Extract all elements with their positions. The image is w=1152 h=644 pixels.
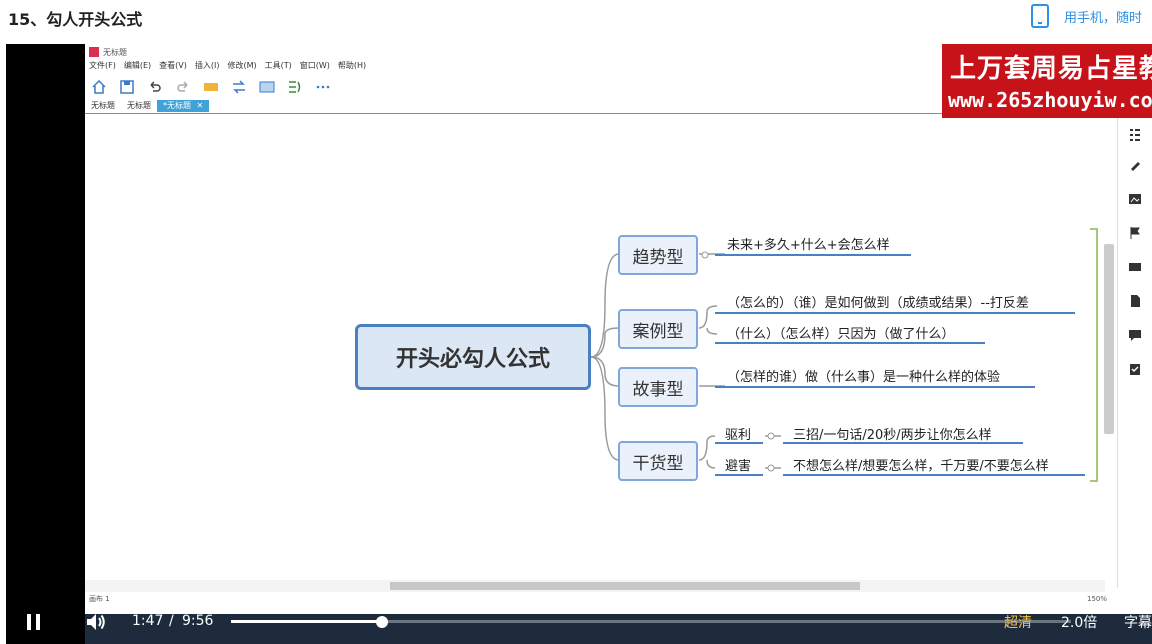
volume-icon[interactable] — [84, 610, 108, 634]
leaf-underline — [783, 442, 1023, 444]
leaf-avoid-1[interactable]: 不想怎么样/想要怎么样，千万要/不要怎么样 — [793, 455, 1049, 474]
subtitles-button[interactable]: 字幕 — [1124, 612, 1152, 632]
branch-trend[interactable]: 趋势型 — [618, 235, 698, 275]
time-current: 1:47 — [132, 613, 164, 629]
horizontal-scrollbar[interactable] — [85, 580, 1105, 592]
video-player[interactable]: 无标题 文件(F) 编辑(E) 查看(V) 插入(I) 修改(M) 工具(T) … — [6, 44, 1152, 644]
branch-practical[interactable]: 干货型 — [618, 441, 698, 481]
horizontal-scroll-thumb[interactable] — [390, 582, 860, 590]
lesson-title: 15、勾人开头公式 — [8, 10, 143, 29]
leaf-benefit-1[interactable]: 三招/一句话/20秒/两步让你怎么样 — [793, 424, 992, 443]
mobile-view-link[interactable]: 用手机，随时 — [1030, 4, 1142, 28]
page-header: 15、勾人开头公式 用手机，随时 — [0, 0, 1152, 44]
central-topic[interactable]: 开头必勾人公式 — [355, 324, 591, 390]
branch-story[interactable]: 故事型 — [618, 367, 698, 407]
quality-button[interactable]: 超清 — [1004, 612, 1032, 632]
leaf-story-1[interactable]: （怎样的谁）做（什么事）是一种什么样的体验 — [727, 366, 1000, 385]
leaf-underline — [715, 254, 911, 256]
leaf-underline — [715, 386, 1035, 388]
leaf-underline — [715, 312, 1075, 314]
leaf-trend-1[interactable]: 未来+多久+什么+会怎么样 — [727, 234, 890, 253]
branch-case[interactable]: 案例型 — [618, 309, 698, 349]
player-controls: 1:47 / 9:56 超清 2.0倍 字幕 — [6, 600, 1152, 644]
speed-button[interactable]: 2.0倍 — [1061, 612, 1097, 632]
time-total: 9:56 — [182, 613, 214, 629]
progress-handle[interactable] — [376, 616, 389, 628]
sub-topic-benefit[interactable]: 驱利 — [725, 424, 751, 443]
progress-fill — [231, 620, 383, 623]
sub-underline — [715, 442, 763, 444]
mobile-link-text: 用手机，随时 — [1064, 10, 1143, 26]
phone-icon — [1031, 4, 1049, 28]
leaf-case-1[interactable]: （怎么的）（谁）是如何做到（成绩或结果）--打反差 — [727, 292, 1029, 311]
leaf-underline — [783, 474, 1085, 476]
progress-bar[interactable] — [231, 620, 1071, 623]
summary-bracket — [1090, 228, 1098, 482]
recorded-screen: 无标题 文件(F) 编辑(E) 查看(V) 插入(I) 修改(M) 工具(T) … — [85, 44, 1152, 644]
leaf-underline — [715, 342, 985, 344]
sub-underline — [715, 474, 763, 476]
pause-icon[interactable] — [26, 612, 42, 632]
leaf-case-2[interactable]: （什么）（怎么样）只因为（做了什么） — [727, 323, 955, 342]
sub-topic-avoid[interactable]: 避害 — [725, 455, 751, 474]
time-separator: / — [169, 613, 174, 629]
